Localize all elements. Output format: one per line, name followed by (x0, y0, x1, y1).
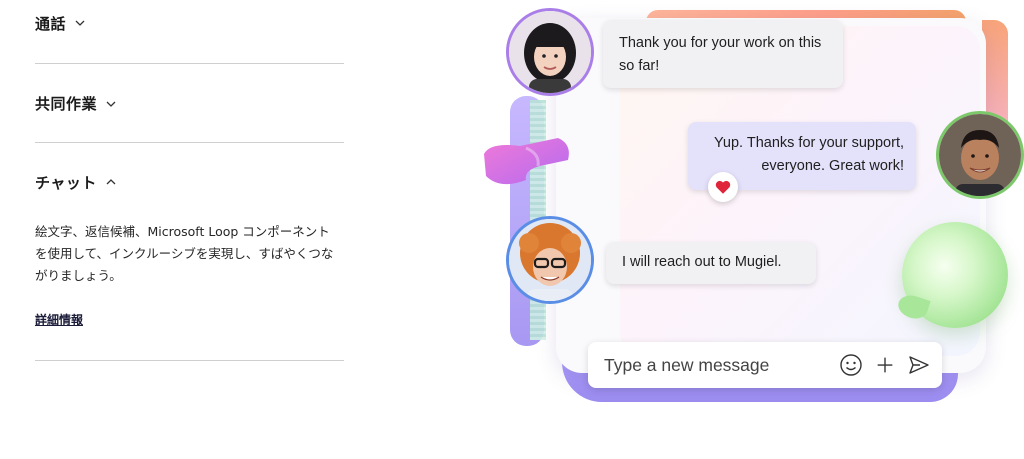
send-icon[interactable] (906, 352, 932, 378)
message-input[interactable] (604, 354, 830, 376)
pink-curl-decoration (484, 138, 569, 185)
accordion-title: 通話 (35, 14, 67, 33)
chat-message: I will reach out to Mugiel. (606, 242, 816, 284)
avatar-woman (506, 8, 594, 96)
accordion-section-calls: 通話 (35, 0, 344, 64)
accordion-section-chat: チャット 絵文字、返信候補、Microsoft Loop コンポーネントを使用し… (35, 143, 344, 361)
accordion-section-collaboration: 共同作業 (35, 64, 344, 143)
reaction-badge[interactable] (708, 172, 738, 202)
chevron-down-icon (106, 101, 116, 107)
accordion-header-calls[interactable]: 通話 (35, 0, 344, 46)
accordion-description: 絵文字、返信候補、Microsoft Loop コンポーネントを使用して、インク… (35, 224, 334, 283)
learn-more-link[interactable]: 詳細情報 (35, 311, 83, 328)
chevron-down-icon (75, 20, 85, 26)
chat-illustration: Thank you for your work on this so far! … (470, 0, 1024, 459)
plus-icon[interactable] (872, 352, 898, 378)
accordion-title: チャット (35, 173, 97, 192)
chevron-up-icon (106, 179, 116, 185)
accordion-header-chat[interactable]: チャット (35, 143, 344, 221)
chat-message: Thank you for your work on this so far! (603, 20, 843, 88)
avatar-curly-hair-man (506, 216, 594, 304)
message-composer (588, 342, 942, 388)
accordion-title: 共同作業 (35, 95, 98, 113)
avatar-man (936, 111, 1024, 199)
emoji-icon[interactable] (838, 352, 864, 378)
accordion-header-collaboration[interactable]: 共同作業 (35, 64, 344, 143)
feature-accordion: 通話 共同作業 チャット 絵文字、返信候補、Microsoft Loop コンポ… (35, 0, 344, 361)
heart-icon (715, 180, 731, 194)
